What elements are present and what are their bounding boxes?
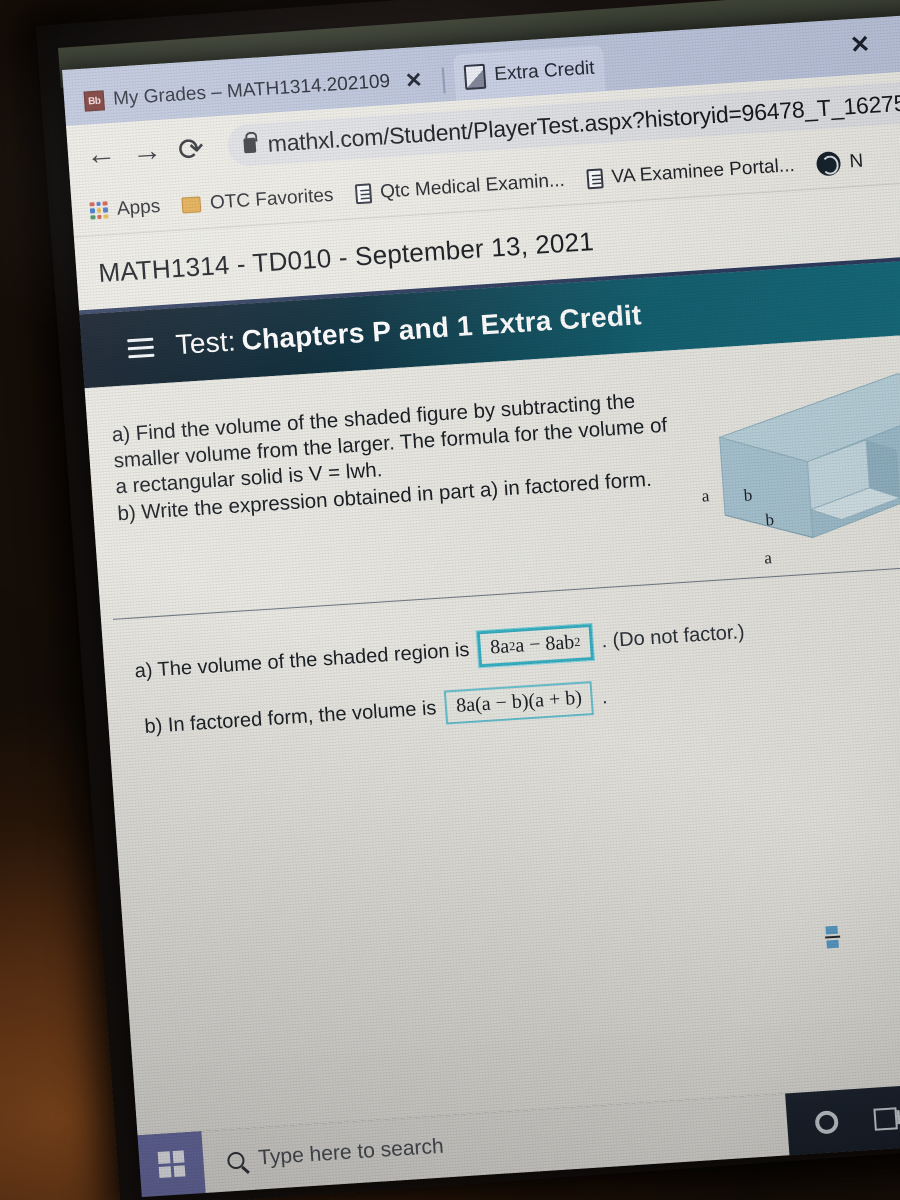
- fraction-template-icon[interactable]: [824, 925, 841, 949]
- forward-button[interactable]: →: [131, 134, 163, 169]
- bookmark-label: N: [848, 150, 864, 172]
- photo-of-monitor: Bb My Grades – MATH1314.202109 ✕ Extra C…: [0, 0, 900, 1200]
- answer-a-mid: a − 8ab: [514, 631, 575, 657]
- rectangular-solid-diagram: a b b a 2a: [683, 358, 900, 587]
- folder-icon: [181, 195, 202, 214]
- tab-title: Extra Credit: [493, 57, 596, 86]
- hamburger-menu-icon[interactable]: [127, 332, 155, 363]
- search-placeholder: Type here to search: [257, 1134, 445, 1170]
- figure-label-inner-depth: b: [764, 510, 775, 530]
- bookmark-va-examinee-portal[interactable]: VA Examinee Portal...: [585, 154, 796, 189]
- reload-button[interactable]: ⟳: [177, 131, 205, 168]
- test-label: Test:: [174, 325, 237, 361]
- question-content: a) Find the volume of the shaded figure …: [84, 328, 900, 1067]
- blackboard-icon: Bb: [83, 90, 105, 112]
- figure-label-left-height: a: [701, 486, 710, 506]
- answer-a-note: . (Do not factor.): [600, 620, 746, 652]
- answer-input-a[interactable]: 8a 2 a − 8ab 2: [476, 622, 595, 669]
- question-prompt: a) Find the volume of the shaded figure …: [111, 386, 677, 527]
- bookmark-apps[interactable]: Apps: [89, 195, 161, 221]
- document-icon: [354, 182, 372, 204]
- document-icon: [463, 63, 487, 90]
- answer-row-a: a) The volume of the shaded region is 8a…: [133, 614, 745, 689]
- page-title: Test: Chapters P and 1 Extra Credit: [175, 299, 643, 361]
- bookmark-label: VA Examinee Portal...: [610, 154, 796, 188]
- answer-a-main: 8a: [489, 635, 510, 659]
- tab-title: My Grades – MATH1314.202109: [112, 70, 391, 110]
- document-icon: [585, 167, 604, 189]
- monitor-screen: Bb My Grades – MATH1314.202109 ✕ Extra C…: [62, 10, 900, 1198]
- cortana-icon[interactable]: [814, 1109, 839, 1135]
- answer-b-prefix: b) In factored form, the volume is: [143, 696, 438, 738]
- answer-a-exponent-2: 2: [573, 634, 581, 650]
- figure-label-bottom-width: a: [763, 548, 773, 568]
- answer-input-b[interactable]: 8a(a − b)(a + b): [444, 681, 595, 725]
- tab-separator: [441, 67, 446, 94]
- apps-grid-icon: [89, 200, 109, 220]
- bookmark-label: Qtc Medical Examin...: [379, 169, 566, 203]
- bookmark-otc-favorites[interactable]: OTC Favorites: [181, 184, 334, 216]
- answer-row-b: b) In factored form, the volume is 8a(a …: [143, 680, 608, 744]
- globe-icon: [815, 150, 842, 176]
- windows-start-icon[interactable]: [137, 1131, 206, 1198]
- window-close-icon[interactable]: ✕: [849, 30, 871, 60]
- search-icon: [226, 1151, 246, 1170]
- bookmark-label: OTC Favorites: [209, 184, 335, 214]
- solid-svg: [717, 373, 900, 539]
- tab-close-icon[interactable]: ✕: [398, 68, 429, 92]
- figure-label-inner-width: b: [743, 485, 753, 505]
- bookmark-qtc-medical[interactable]: Qtc Medical Examin...: [354, 169, 566, 204]
- test-name: Chapters P and 1 Extra Credit: [240, 299, 643, 356]
- answer-a-prefix: a) The volume of the shaded region is: [133, 638, 471, 683]
- browser-tab-extra-credit[interactable]: Extra Credit: [452, 45, 607, 101]
- back-button[interactable]: ←: [85, 137, 117, 172]
- task-view-icon[interactable]: [873, 1107, 900, 1130]
- bookmark-label: Apps: [116, 195, 161, 220]
- answer-b-suffix: .: [601, 685, 609, 708]
- lock-icon: [243, 137, 257, 153]
- bookmark-globe[interactable]: N: [815, 149, 864, 176]
- taskbar-icon-group: [786, 1091, 900, 1140]
